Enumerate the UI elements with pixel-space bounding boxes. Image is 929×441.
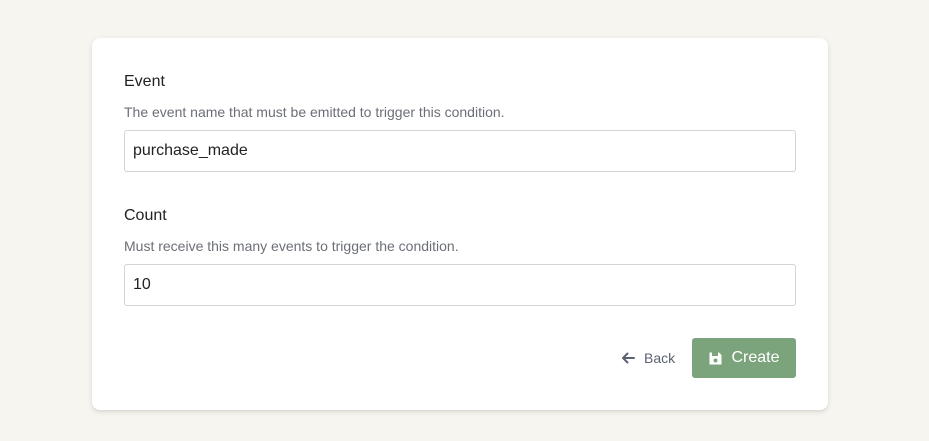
count-help-text: Must receive this many events to trigger…	[124, 238, 459, 254]
arrow-left-icon	[620, 350, 636, 366]
event-label: Event	[124, 73, 165, 90]
save-icon	[708, 351, 723, 366]
back-button[interactable]: Back	[620, 338, 675, 378]
event-help-text: The event name that must be emitted to t…	[124, 104, 505, 120]
back-button-label: Back	[644, 350, 676, 366]
count-input[interactable]	[124, 264, 796, 306]
create-button-label: Create	[731, 349, 780, 366]
event-input[interactable]	[124, 130, 796, 172]
count-label: Count	[124, 207, 167, 224]
create-button[interactable]: Create	[692, 338, 796, 378]
condition-form-card: Event The event name that must be emitte…	[92, 38, 828, 410]
